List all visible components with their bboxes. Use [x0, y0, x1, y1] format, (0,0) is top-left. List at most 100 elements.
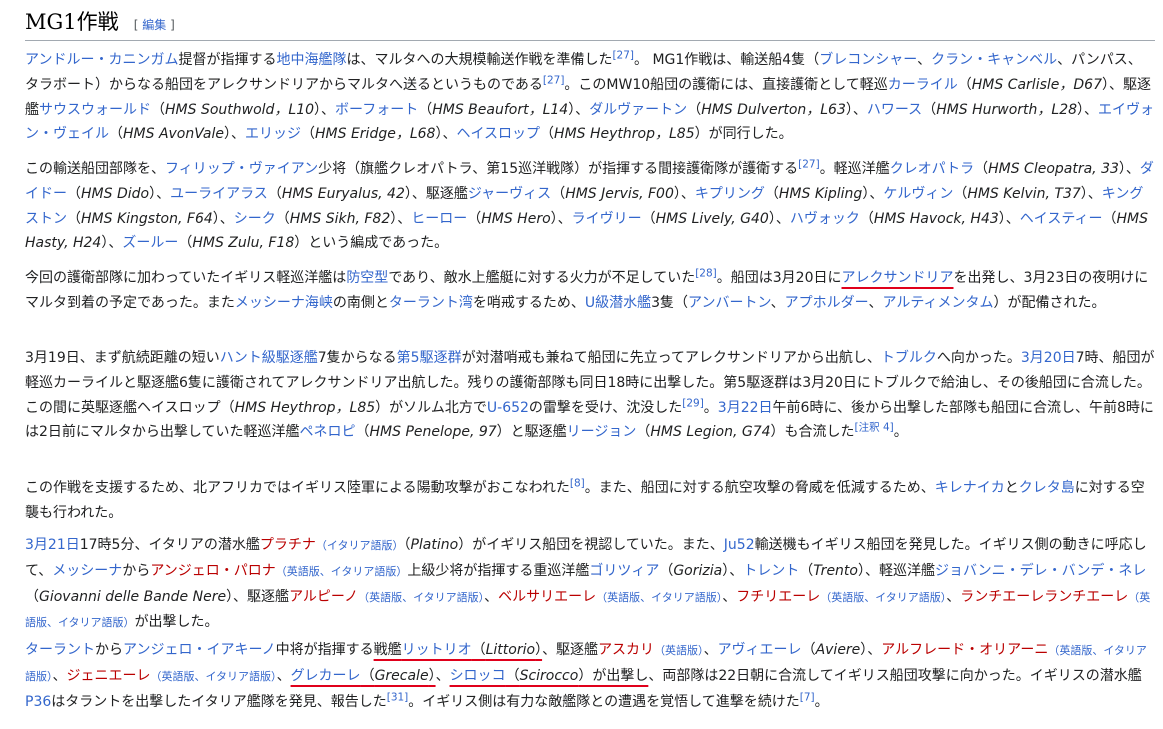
body-text: 、: [917, 52, 932, 68]
article-link[interactable]: U級潜水艦: [585, 295, 651, 311]
article-link[interactable]: トレント: [743, 563, 799, 579]
ship-designation: Gorizia: [673, 562, 723, 579]
article-link[interactable]: アンドルー・カニンガム: [25, 52, 178, 68]
article-link[interactable]: アヴィエーレ: [718, 642, 802, 658]
ship-designation: HMS Eridge，L68: [315, 126, 436, 143]
article-link[interactable]: ペネロピ: [300, 424, 356, 440]
ship-designation: HMS Penelope, 97: [369, 424, 497, 441]
interlanguage-link[interactable]: （英語版、イタリア語版）: [820, 591, 946, 604]
article-link[interactable]: アルティメンタム: [883, 295, 994, 311]
redlink[interactable]: ジェニエーレ: [67, 668, 151, 684]
article-link[interactable]: カーライル: [888, 77, 958, 93]
body-text: へ向かった。: [936, 350, 1021, 366]
redlink[interactable]: アルフレード・オリアーニ: [881, 642, 1048, 658]
article-link[interactable]: ヘイスティー: [1020, 211, 1103, 227]
redlink[interactable]: フチリエーレ: [736, 589, 820, 605]
article-link[interactable]: リージョン: [567, 424, 637, 440]
article-link[interactable]: アンバートン: [688, 295, 771, 311]
redlink[interactable]: ベルサリエーレ: [498, 589, 596, 605]
article-link[interactable]: 地中海艦隊: [276, 52, 346, 68]
ship-designation: HMS Hurworth，L28: [936, 101, 1078, 118]
body-text: はタラントを出撃したイタリア艦隊を発見、報告した: [51, 693, 387, 710]
ship-designation: HMS Lively, G40: [655, 210, 769, 227]
body-text: 。このMW10船団の護衛には、直接護衛として軽巡: [564, 76, 888, 93]
article-link[interactable]: P36: [25, 694, 51, 710]
article-link[interactable]: トブルク: [881, 350, 937, 366]
article-link[interactable]: 3月21日: [25, 537, 80, 553]
citation-ref[interactable]: [31]: [387, 691, 409, 703]
interlanguage-link[interactable]: （英語版、イタリア語版）: [276, 565, 408, 578]
ship-designation: Giovanni delle Bande Nere: [39, 588, 227, 605]
article-link[interactable]: リットリオ: [402, 642, 472, 658]
citation-ref[interactable]: [8]: [570, 477, 585, 489]
article-link[interactable]: ジャーヴィス: [468, 186, 551, 202]
article-link[interactable]: ターラント湾: [389, 295, 473, 311]
article-link[interactable]: グレカーレ: [291, 668, 361, 684]
article-link[interactable]: ブレコンシャー: [819, 52, 917, 68]
article-link[interactable]: U-652: [487, 400, 529, 416]
body-text: ）: [428, 667, 436, 684]
article-link[interactable]: クラン・キャンベル: [931, 52, 1057, 68]
article-link[interactable]: ハント級駆逐艦: [220, 350, 318, 366]
article-link[interactable]: ユーライアラス: [170, 186, 268, 202]
article-link[interactable]: メッシーナ海峡: [235, 295, 333, 311]
article-link[interactable]: ダルヴァートン: [589, 102, 687, 118]
article-link[interactable]: 3月20日: [1021, 350, 1076, 366]
article-link[interactable]: Ju52: [724, 537, 755, 553]
interlanguage-link[interactable]: （英語版、イタリア語版）: [151, 670, 277, 683]
article-link[interactable]: ライヴリー: [572, 211, 642, 227]
article-link[interactable]: ハワース: [867, 102, 922, 118]
body-text: 、: [52, 667, 67, 684]
article-link[interactable]: ハヴォック: [790, 211, 860, 227]
redlink[interactable]: ランチエーレランチエーレ: [960, 589, 1128, 605]
article-link[interactable]: クレオパトラ: [890, 161, 974, 177]
article-link[interactable]: ヘイスロップ: [456, 126, 540, 142]
article-link[interactable]: クレタ島: [1019, 480, 1075, 496]
redlink[interactable]: アルピーノ: [289, 589, 358, 605]
interlanguage-link[interactable]: （イタリア語版）: [316, 539, 404, 552]
article-link[interactable]: ターラント: [25, 642, 95, 658]
article-link[interactable]: フィリップ・ヴァイアン: [165, 161, 318, 177]
citation-ref[interactable]: [7]: [800, 691, 815, 703]
body-text: から: [95, 642, 123, 658]
edit-link[interactable]: 編集: [142, 18, 166, 32]
article-link[interactable]: アプホルダー: [785, 295, 869, 311]
interlanguage-link[interactable]: （英語版）: [654, 644, 704, 657]
redlink[interactable]: アンジェロ・パロナ: [150, 563, 275, 579]
article-link[interactable]: 防空型: [346, 270, 388, 286]
body-text: 、両部隊は22日朝に合流してイギリス船団攻撃に向かった。イギリスの潜水艦: [648, 667, 1142, 684]
citation-ref[interactable]: [注釈 4]: [855, 422, 894, 434]
article-link[interactable]: エリッジ: [245, 126, 301, 142]
article-link[interactable]: 第5駆逐群: [397, 350, 462, 366]
edit-section: [ 編集 ]: [133, 18, 175, 32]
citation-ref[interactable]: [27]: [612, 49, 634, 61]
body-text: 、: [868, 294, 883, 311]
article-link[interactable]: メッシーナ: [52, 563, 122, 579]
citation-ref[interactable]: [27]: [543, 74, 565, 86]
article-link[interactable]: ゴリツィア: [589, 563, 659, 579]
article-link[interactable]: ジョバンニ・デレ・バンデ・ネレ: [935, 563, 1146, 579]
redlink[interactable]: アスカリ: [598, 642, 654, 658]
body-text: （: [659, 562, 674, 579]
interlanguage-link[interactable]: （英語版、イタリア語版）: [596, 591, 722, 604]
article-link[interactable]: キレナイカ: [935, 480, 1005, 496]
article-link[interactable]: アレクサンドリア: [842, 270, 954, 286]
ship-designation: HMS Sikh, F82: [289, 210, 391, 227]
paragraph-cruisers: 今回の護衛部隊に加わっていたイギリス軽巡洋艦は防空型であり、敵水上艦艇に対する火…: [25, 266, 1155, 316]
article-link[interactable]: ズールー: [122, 235, 178, 251]
article-link[interactable]: 3月22日: [718, 400, 773, 416]
citation-ref[interactable]: [29]: [682, 397, 704, 409]
article-link[interactable]: シロッコ: [450, 668, 506, 684]
citation-ref[interactable]: [28]: [695, 267, 717, 279]
article-link[interactable]: アンジェロ・イアキーノ: [123, 642, 276, 658]
paragraph-italian-fleet: ターラントからアンジェロ・イアキーノ中将が指揮する戦艦リットリオ（Littori…: [25, 638, 1155, 714]
article-link[interactable]: シーク: [234, 211, 276, 227]
article-link[interactable]: ボーフォート: [335, 102, 418, 118]
interlanguage-link[interactable]: （英語版、イタリア語版）: [358, 591, 484, 604]
article-link[interactable]: ヒーロー: [411, 211, 467, 227]
citation-ref[interactable]: [27]: [798, 158, 820, 170]
redlink[interactable]: プラチナ: [260, 537, 316, 553]
article-link[interactable]: ケルヴィン: [883, 186, 953, 202]
article-link[interactable]: キプリング: [695, 186, 765, 202]
article-link[interactable]: サウスウォールド: [39, 102, 151, 118]
